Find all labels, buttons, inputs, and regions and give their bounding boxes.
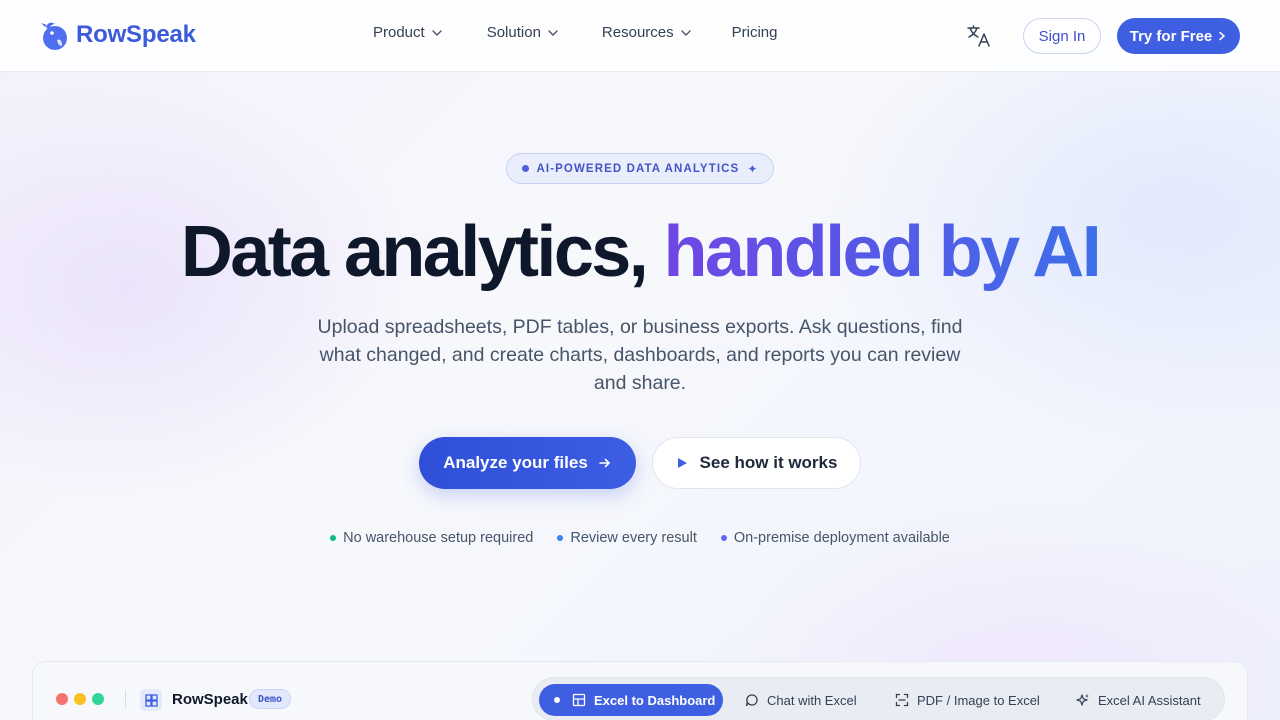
- feature-item: Review every result: [557, 530, 697, 546]
- chevron-down-icon: [432, 29, 442, 36]
- headline-gradient: handled by AI: [663, 212, 1102, 292]
- tab-excel-to-dashboard[interactable]: Excel to Dashboard: [539, 684, 723, 716]
- demo-window: RowSpeak Demo Excel to Dashboard Chat wi…: [32, 661, 1248, 720]
- main-menu: Product Solution Resources Pricing: [373, 24, 777, 41]
- tab-excel-ai-assistant[interactable]: Excel AI Assistant: [1076, 684, 1201, 716]
- menu-item-resources[interactable]: Resources: [602, 24, 692, 41]
- sparkle-icon: ✦: [747, 161, 759, 176]
- arrow-right-icon: [598, 458, 610, 468]
- feature-dot: [720, 535, 727, 541]
- play-icon: [677, 458, 687, 468]
- close-light: [56, 693, 68, 705]
- hero-subtitle: Upload spreadsheets, PDF tables, or busi…: [317, 316, 963, 394]
- menu-item-product[interactable]: Product: [373, 24, 443, 41]
- feature-dot: [330, 535, 337, 541]
- see-how-it-works-button[interactable]: See how it works: [652, 437, 861, 489]
- feature-item: On-premise deployment available: [720, 530, 950, 546]
- demo-app-name: RowSpeak: [172, 691, 248, 708]
- tab-label: Excel to Dashboard: [594, 692, 716, 708]
- menu-item-label: Resources: [601, 24, 674, 41]
- window-controls: [56, 693, 104, 705]
- translate-icon[interactable]: [966, 24, 992, 48]
- navbar: RowSpeak Product Solution Resources Pric…: [0, 0, 1280, 72]
- demo-tabs: Excel to Dashboard Chat with Excel PDF /…: [532, 677, 1225, 720]
- feature-label: Review every result: [570, 530, 697, 546]
- feature-item: No warehouse setup required: [330, 530, 533, 546]
- chevron-down-icon: [548, 29, 558, 36]
- try-for-free-button[interactable]: Try for Free: [1117, 18, 1240, 54]
- tab-chat-with-excel[interactable]: Chat with Excel: [745, 684, 857, 716]
- badge-dot: [521, 165, 529, 172]
- grid-icon: [144, 693, 158, 707]
- scan-icon: [895, 693, 909, 707]
- menu-item-label: Pricing: [731, 24, 778, 41]
- see-how-it-works-label: See how it works: [699, 453, 838, 472]
- try-for-free-label: Try for Free: [1129, 27, 1213, 45]
- analyze-files-button[interactable]: Analyze your files: [419, 437, 636, 489]
- divider: [125, 690, 126, 708]
- minimize-light: [74, 693, 86, 705]
- dashboard-icon: [572, 693, 586, 707]
- tab-label: PDF / Image to Excel: [917, 692, 1040, 708]
- hero-headline: Data analytics, handled by AI: [0, 210, 1280, 294]
- feature-list: No warehouse setup required Review every…: [0, 530, 1280, 546]
- chat-icon: [745, 694, 758, 707]
- chevron-down-icon: [680, 29, 691, 36]
- menu-item-label: Solution: [486, 24, 541, 41]
- menu-item-label: Product: [373, 24, 425, 41]
- sparkle-icon: [1076, 694, 1089, 706]
- tab-pdf-image-to-excel[interactable]: PDF / Image to Excel: [895, 684, 1040, 716]
- sign-in-button[interactable]: Sign In: [1023, 18, 1101, 54]
- chevron-right-icon: [1219, 31, 1226, 41]
- feature-label: No warehouse setup required: [343, 530, 534, 546]
- maximize-light: [92, 693, 104, 705]
- dashboard-app-icon: [140, 689, 162, 711]
- feature-dot: [557, 535, 564, 541]
- feature-label: On-premise deployment available: [733, 530, 950, 546]
- tab-label: Excel AI Assistant: [1098, 692, 1201, 708]
- active-dot: [554, 697, 560, 703]
- headline-dark: Data analytics,: [180, 212, 649, 292]
- bird-logo-icon: [41, 22, 67, 50]
- analyze-files-label: Analyze your files: [443, 453, 588, 472]
- demo-badge: Demo: [249, 689, 292, 709]
- hero-badge: AI-POWERED DATA ANALYTICS ✦: [506, 153, 774, 184]
- brand-logo-link[interactable]: RowSpeak: [40, 18, 196, 52]
- badge-label: AI-POWERED DATA ANALYTICS: [536, 162, 740, 175]
- menu-item-solution[interactable]: Solution: [487, 24, 559, 41]
- tab-label: Chat with Excel: [767, 692, 857, 708]
- menu-item-pricing[interactable]: Pricing: [732, 24, 778, 41]
- brand-name: RowSpeak: [76, 21, 196, 48]
